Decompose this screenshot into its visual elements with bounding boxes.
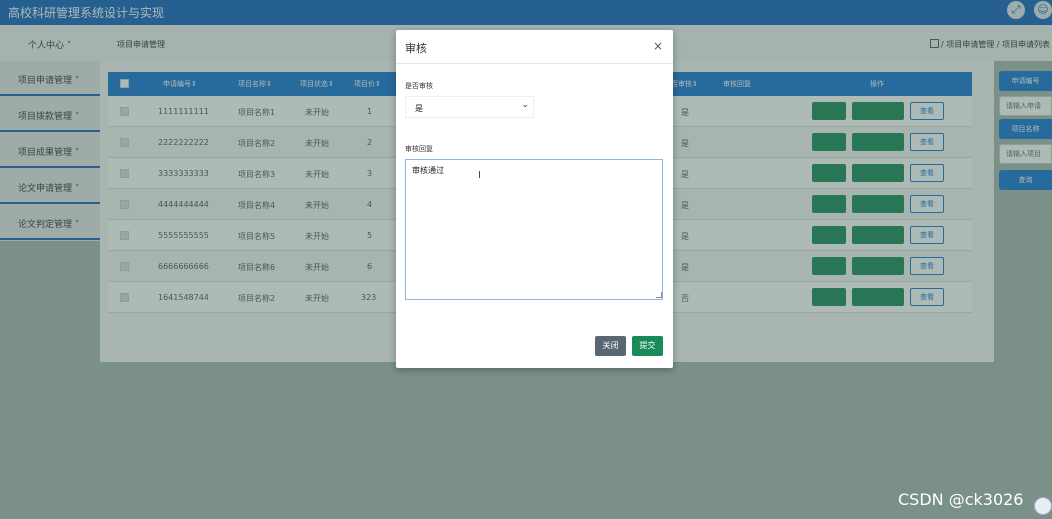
modal-header: 审核 ×: [396, 30, 673, 64]
audit-status-value: 是: [415, 104, 423, 113]
submit-button[interactable]: 提交: [632, 336, 663, 356]
chevron-down-icon: ⌄: [521, 100, 529, 110]
close-icon[interactable]: ×: [653, 39, 663, 53]
audit-status-select[interactable]: 是 ⌄: [405, 96, 534, 118]
audit-modal: 审核 × 是否审核 是 ⌄ 审核回复 审核通过 I 关闭 提交: [396, 30, 673, 368]
audit-reply-label: 审核回复: [405, 145, 433, 153]
audit-status-label: 是否审核: [405, 82, 433, 90]
modal-title: 审核: [405, 42, 427, 55]
text-cursor-icon: I: [478, 170, 481, 181]
assistant-icon[interactable]: [1034, 497, 1052, 515]
audit-reply-textarea[interactable]: 审核通过: [405, 159, 663, 300]
watermark: CSDN @ck3026: [898, 490, 1024, 509]
close-button[interactable]: 关闭: [595, 336, 626, 356]
resize-handle-icon[interactable]: [656, 292, 662, 298]
